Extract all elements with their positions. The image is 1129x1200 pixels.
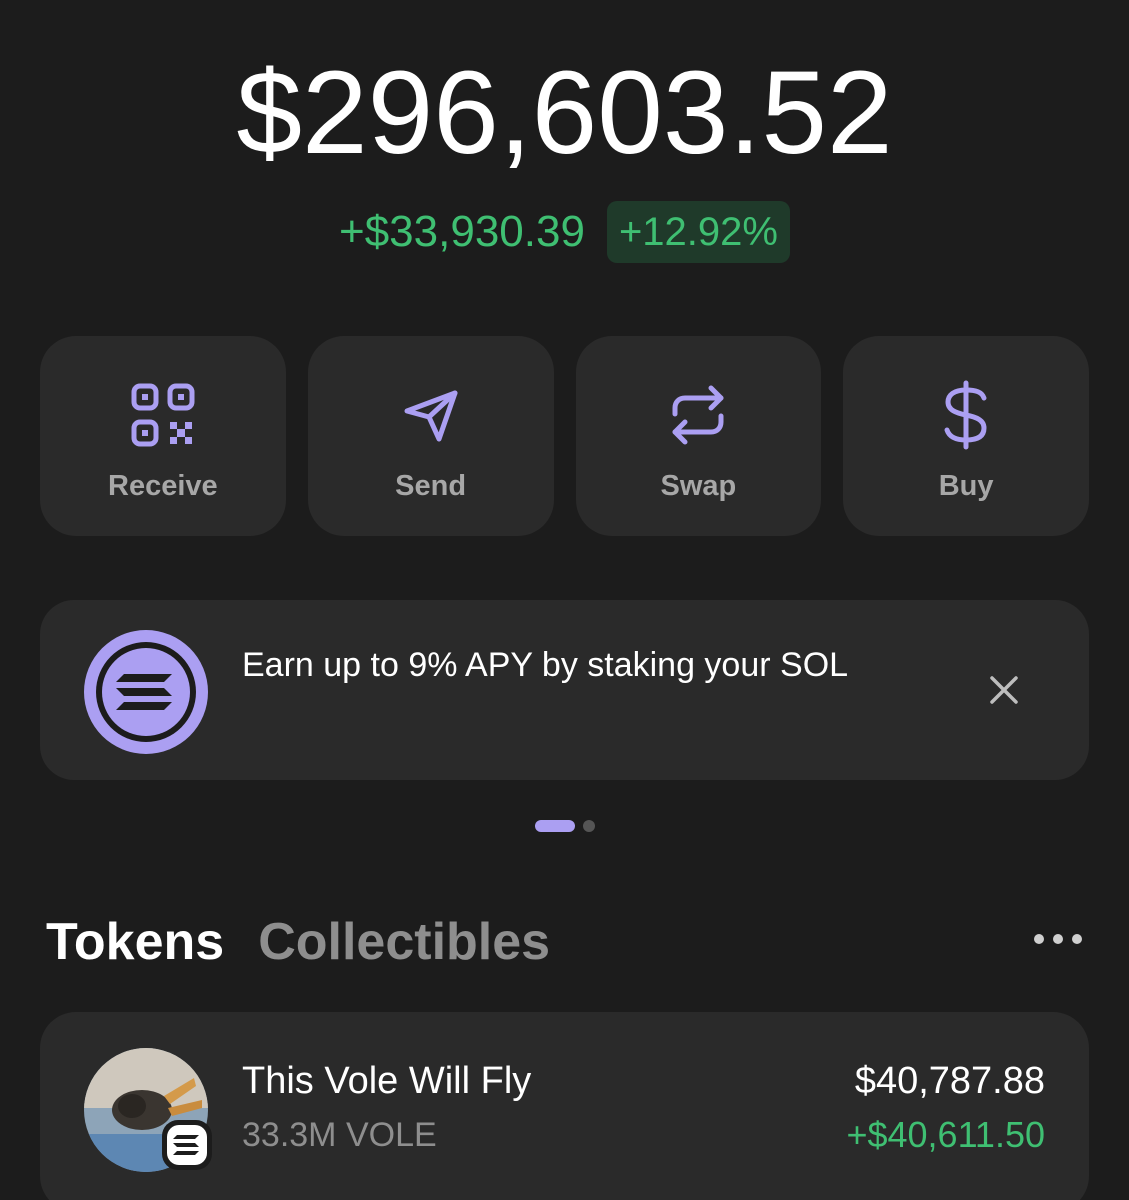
qr-code-icon <box>128 380 198 450</box>
swap-label: Swap <box>660 470 737 502</box>
dollar-icon <box>931 380 1001 450</box>
close-icon[interactable] <box>984 670 1024 710</box>
solana-icon <box>82 628 210 756</box>
token-name: This Vole Will Fly <box>242 1060 532 1102</box>
send-icon <box>396 380 466 450</box>
carousel-indicator <box>0 820 1129 832</box>
wallet-home: $296,603.52 +$33,930.39 +12.92% Receive … <box>0 0 1129 1200</box>
carousel-dot[interactable] <box>582 820 595 832</box>
tab-collectibles[interactable]: Collectibles <box>258 910 550 974</box>
carousel-dot-active[interactable] <box>534 820 575 832</box>
receive-label: Receive <box>108 470 218 502</box>
buy-label: Buy <box>938 470 994 502</box>
swap-button[interactable]: Swap <box>575 336 822 536</box>
token-amount: 33.3M VOLE <box>242 1116 437 1154</box>
tab-tokens[interactable]: Tokens <box>46 910 224 974</box>
token-value: $40,787.88 <box>854 1060 1045 1102</box>
buy-button[interactable]: Buy <box>843 336 1089 536</box>
receive-button[interactable]: Receive <box>40 336 286 536</box>
action-bar: Receive Send Swap Buy <box>40 336 1089 536</box>
solana-chain-icon <box>160 1118 214 1172</box>
staking-promo-card[interactable]: Earn up to 9% APY by staking your SOL <box>40 600 1089 780</box>
swap-icon <box>663 380 733 450</box>
balance-change-row: +$33,930.39 +12.92% <box>0 200 1129 264</box>
token-row[interactable]: This Vole Will Fly 33.3M VOLE $40,787.88… <box>40 1012 1089 1200</box>
total-balance: $296,603.52 <box>236 47 893 179</box>
send-button[interactable]: Send <box>307 336 554 536</box>
balance-change-amount: +$33,930.39 <box>339 207 585 256</box>
send-label: Send <box>395 470 467 502</box>
more-icon[interactable] <box>1030 924 1086 954</box>
token-change: +$40,611.50 <box>846 1114 1045 1155</box>
asset-tabs: Tokens Collectibles <box>46 910 550 974</box>
balance-change-percent-badge: +12.92% <box>606 201 790 263</box>
staking-promo-text: Earn up to 9% APY by staking your SOL <box>242 646 849 684</box>
